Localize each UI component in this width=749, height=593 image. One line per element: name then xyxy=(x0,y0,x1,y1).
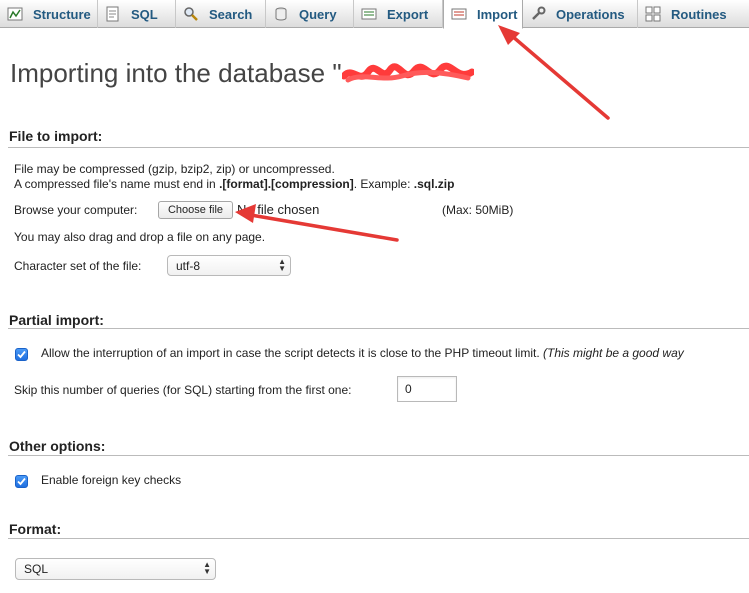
tab-label: SQL xyxy=(131,6,158,22)
format-pattern: .[format].[compression] xyxy=(219,177,354,191)
foreign-key-label: Enable foreign key checks xyxy=(41,473,182,487)
tab-label: Export xyxy=(387,6,429,22)
tab-label: Routines xyxy=(671,6,727,22)
import-icon xyxy=(451,6,467,22)
tab-search[interactable]: Search xyxy=(176,0,266,28)
page-title: Importing into the database " xyxy=(10,58,476,89)
tab-operations[interactable]: Operations xyxy=(523,0,638,28)
tab-import[interactable]: Import xyxy=(443,0,523,29)
structure-icon xyxy=(7,6,23,22)
example-filename: .sql.zip xyxy=(413,177,455,191)
tab-label: Structure xyxy=(33,6,91,22)
note-mid: . Example: xyxy=(353,177,414,191)
checkmark-icon xyxy=(17,350,26,359)
tab-query[interactable]: Query xyxy=(266,0,354,28)
tab-label: Search xyxy=(209,6,253,22)
no-file-text: No file chosen xyxy=(237,202,320,217)
allow-interrupt-checkbox[interactable] xyxy=(15,348,28,361)
format-heading: Format: xyxy=(9,521,62,537)
divider xyxy=(8,455,749,456)
format-select[interactable]: SQL ▲ ▼ xyxy=(15,558,216,580)
export-icon xyxy=(361,6,377,22)
skip-queries-label: Skip this number of queries (for SQL) st… xyxy=(14,383,352,397)
max-size: (Max: 50MiB) xyxy=(442,203,514,217)
drag-drop-note: You may also drag and drop a file on any… xyxy=(14,230,266,244)
tab-bar: Structure SQL Search Query Export Import xyxy=(0,0,749,29)
note-prefix: A compressed file's name must end in xyxy=(14,177,220,191)
choose-file-button[interactable]: Choose file xyxy=(158,201,233,219)
allow-interrupt-text: Allow the interruption of an import in c… xyxy=(41,346,540,360)
file-to-import-heading: File to import: xyxy=(9,128,103,144)
select-arrows-icon: ▲ ▼ xyxy=(278,257,286,273)
select-arrows-icon: ▲ ▼ xyxy=(203,560,211,576)
routines-icon xyxy=(645,6,661,22)
partial-import-heading: Partial import: xyxy=(9,312,104,328)
tab-sql[interactable]: SQL xyxy=(98,0,176,28)
charset-select[interactable]: utf-8 ▲ ▼ xyxy=(167,255,291,276)
format-value: SQL xyxy=(24,562,49,576)
tab-routines[interactable]: Routines xyxy=(638,0,749,28)
skip-queries-input[interactable]: 0 xyxy=(397,376,457,402)
compression-note: File may be compressed (gzip, bzip2, zip… xyxy=(14,162,335,176)
checkmark-icon xyxy=(17,477,26,486)
browse-label: Browse your computer: xyxy=(14,203,138,217)
annotation-arrow-import xyxy=(498,25,610,120)
page-title-text: Importing into the database " xyxy=(10,58,342,88)
tab-label: Import xyxy=(477,6,518,22)
compression-format-note: A compressed file's name must end in .[f… xyxy=(14,177,454,191)
query-icon xyxy=(273,6,289,22)
tab-label: Operations xyxy=(556,6,625,22)
foreign-key-checkbox[interactable] xyxy=(15,475,28,488)
search-icon xyxy=(183,6,199,22)
divider xyxy=(8,538,749,539)
operations-icon xyxy=(530,6,546,22)
divider xyxy=(8,328,749,329)
sql-icon xyxy=(105,6,121,22)
redacted-database-name xyxy=(340,62,476,88)
allow-interrupt-note: (This might be a good way xyxy=(543,346,684,360)
divider xyxy=(8,147,749,148)
tab-label: Query xyxy=(299,6,337,22)
charset-value: utf-8 xyxy=(176,258,201,273)
charset-label: Character set of the file: xyxy=(14,259,142,273)
tab-export[interactable]: Export xyxy=(354,0,443,28)
other-options-heading: Other options: xyxy=(9,438,106,454)
tab-structure[interactable]: Structure xyxy=(0,0,98,28)
allow-interrupt-label: Allow the interruption of an import in c… xyxy=(41,346,684,360)
